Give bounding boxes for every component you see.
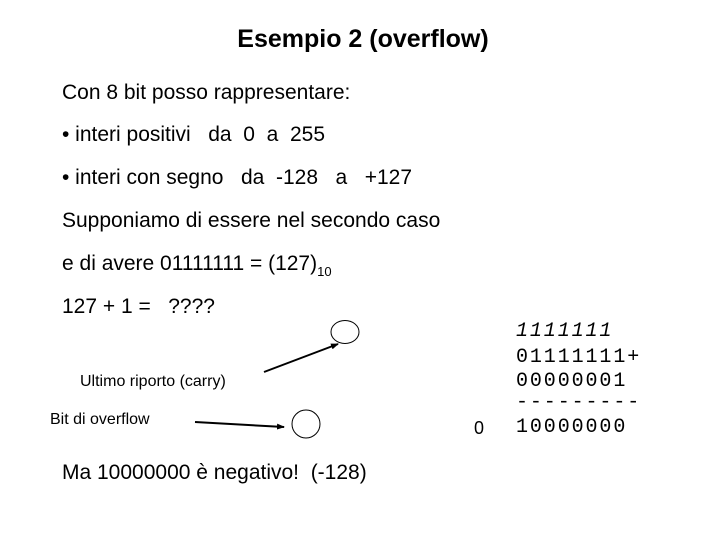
overflow-arrow — [194, 421, 285, 430]
carry-arrow — [263, 343, 339, 373]
carry-circle — [330, 320, 360, 344]
annotation-graphics — [194, 320, 360, 439]
overflow-circle — [291, 409, 321, 439]
